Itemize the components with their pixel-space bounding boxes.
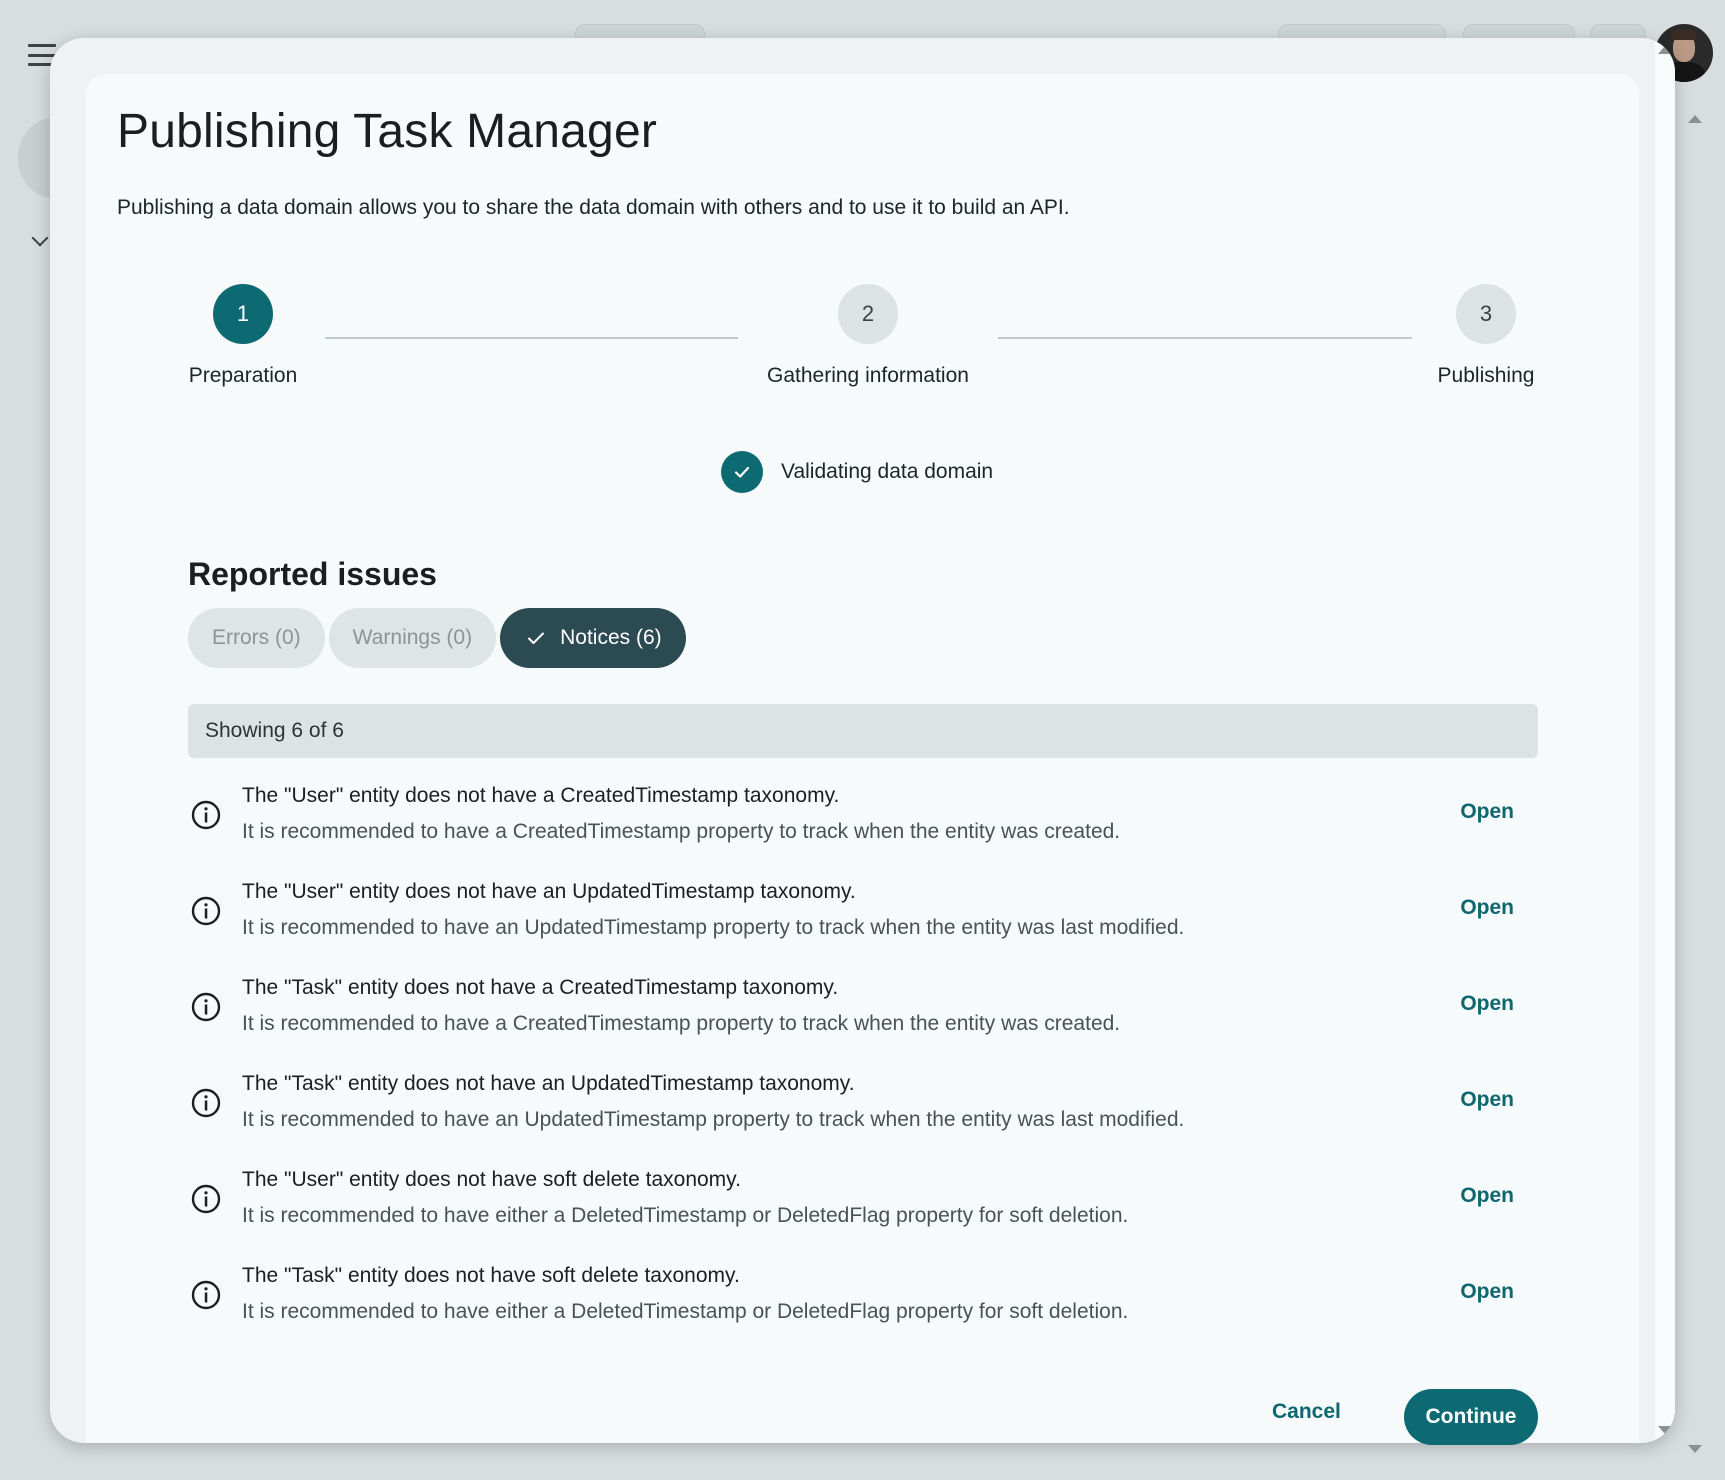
notice-detail: It is recommended to have either a Delet… bbox=[242, 1300, 1129, 1323]
scroll-up-icon[interactable] bbox=[1658, 46, 1672, 54]
check-icon bbox=[721, 451, 763, 493]
step-gathering-information: 2 Gathering information bbox=[738, 284, 998, 388]
issue-filter-chips: Errors (0) Warnings (0) Notices (6) bbox=[188, 608, 686, 668]
filter-chip-errors[interactable]: Errors (0) bbox=[188, 608, 325, 668]
reported-issues-heading: Reported issues bbox=[188, 556, 437, 592]
list-item: The "User" entity does not have an Updat… bbox=[188, 868, 1538, 964]
notice-detail: It is recommended to have an UpdatedTime… bbox=[242, 916, 1185, 939]
dialog-scrollbar[interactable] bbox=[1655, 38, 1675, 1443]
dialog-title: Publishing Task Manager bbox=[117, 105, 658, 158]
step-publishing: 3 Publishing bbox=[1411, 284, 1561, 388]
open-button[interactable]: Open bbox=[1460, 800, 1514, 824]
scroll-down-icon[interactable] bbox=[1658, 1426, 1672, 1434]
notice-title: The "Task" entity does not have soft del… bbox=[242, 1264, 740, 1287]
open-button[interactable]: Open bbox=[1460, 1088, 1514, 1112]
list-item: The "Task" entity does not have a Create… bbox=[188, 964, 1538, 1060]
list-item: The "Task" entity does not have soft del… bbox=[188, 1252, 1538, 1348]
notice-detail: It is recommended to have a CreatedTimes… bbox=[242, 1012, 1121, 1035]
stepper-connector bbox=[998, 337, 1412, 339]
notice-title: The "User" entity does not have an Updat… bbox=[242, 880, 856, 903]
info-icon bbox=[191, 1280, 221, 1310]
step-number: 2 bbox=[838, 284, 898, 344]
open-button[interactable]: Open bbox=[1460, 896, 1514, 920]
info-icon bbox=[191, 896, 221, 926]
notice-detail: It is recommended to have either a Delet… bbox=[242, 1204, 1129, 1227]
filter-chip-warnings[interactable]: Warnings (0) bbox=[328, 608, 497, 668]
page-scrollbar[interactable] bbox=[1680, 105, 1710, 1465]
notice-title: The "Task" entity does not have a Create… bbox=[242, 976, 839, 999]
validation-status: Validating data domain bbox=[721, 451, 993, 493]
filter-chip-notices[interactable]: Notices (6) bbox=[500, 608, 686, 668]
open-button[interactable]: Open bbox=[1460, 992, 1514, 1016]
stepper-connector bbox=[325, 337, 738, 339]
step-label: Gathering information bbox=[767, 364, 969, 387]
info-icon bbox=[191, 1184, 221, 1214]
chevron-down-icon[interactable] bbox=[31, 229, 49, 247]
results-count-bar: Showing 6 of 6 bbox=[188, 704, 1538, 758]
notice-detail: It is recommended to have a CreatedTimes… bbox=[242, 820, 1121, 843]
notice-title: The "User" entity does not have soft del… bbox=[242, 1168, 741, 1191]
step-number: 1 bbox=[213, 284, 273, 344]
results-count: Showing 6 of 6 bbox=[205, 719, 344, 742]
notice-title: The "Task" entity does not have an Updat… bbox=[242, 1072, 855, 1095]
filter-chip-label: Notices (6) bbox=[560, 626, 662, 649]
info-icon bbox=[191, 800, 221, 830]
info-icon bbox=[191, 992, 221, 1022]
open-button[interactable]: Open bbox=[1460, 1280, 1514, 1304]
notice-detail: It is recommended to have an UpdatedTime… bbox=[242, 1108, 1185, 1131]
step-number: 3 bbox=[1456, 284, 1516, 344]
list-item: The "User" entity does not have a Create… bbox=[188, 772, 1538, 868]
cancel-button[interactable]: Cancel bbox=[1272, 1400, 1341, 1424]
continue-button[interactable]: Continue bbox=[1404, 1389, 1538, 1445]
open-button[interactable]: Open bbox=[1460, 1184, 1514, 1208]
notices-list: The "User" entity does not have a Create… bbox=[188, 772, 1538, 1348]
step-label: Preparation bbox=[188, 364, 298, 387]
step-label: Publishing bbox=[1437, 364, 1535, 387]
dialog-subtitle: Publishing a data domain allows you to s… bbox=[117, 196, 1070, 219]
scroll-down-icon[interactable] bbox=[1688, 1445, 1702, 1453]
check-icon bbox=[528, 632, 545, 644]
list-item: The "User" entity does not have soft del… bbox=[188, 1156, 1538, 1252]
step-preparation: 1 Preparation bbox=[168, 284, 318, 388]
list-item: The "Task" entity does not have an Updat… bbox=[188, 1060, 1538, 1156]
validation-label: Validating data domain bbox=[781, 460, 994, 483]
notice-title: The "User" entity does not have a Create… bbox=[242, 784, 840, 807]
scroll-up-icon[interactable] bbox=[1688, 115, 1702, 123]
info-icon bbox=[191, 1088, 221, 1118]
